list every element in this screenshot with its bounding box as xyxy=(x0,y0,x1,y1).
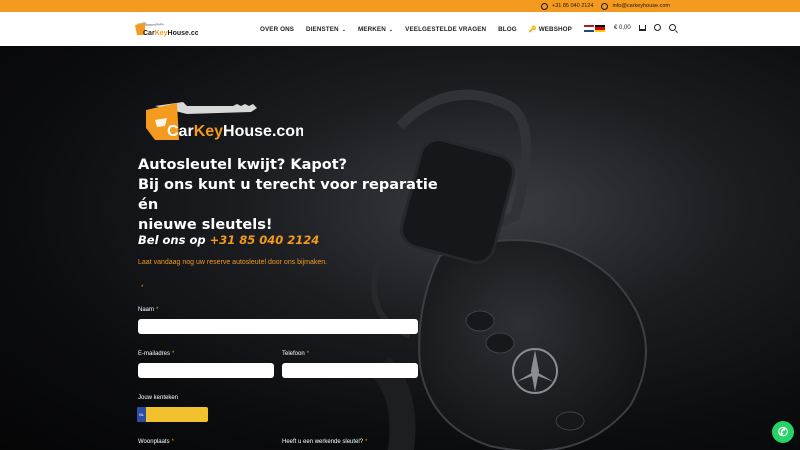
nav-veelgestelde-vragen[interactable]: VEELGESTELDE VRAGEN xyxy=(405,26,486,33)
cart-total[interactable]: € 0,00 xyxy=(614,25,631,31)
header-logo[interactable]: CarKeyHouse.com xyxy=(133,20,198,38)
required-star: * xyxy=(172,351,175,357)
headline-line-2: Bij ons kunt u terecht voor reparatie én xyxy=(138,177,438,213)
woonplaats-label: Woonplaats * xyxy=(138,439,174,445)
call-us-line: Bel ons op +31 85 040 2124 xyxy=(138,233,319,247)
call-number-link[interactable]: +31 85 040 2124 xyxy=(210,233,320,247)
flag-de-icon[interactable] xyxy=(595,25,605,32)
flag-nl-icon[interactable] xyxy=(584,25,594,32)
naam-label-text: Naam xyxy=(138,307,155,313)
naam-input[interactable] xyxy=(138,319,418,334)
required-star: * xyxy=(306,351,310,357)
telefoon-label-text: Telefoon xyxy=(282,351,305,357)
nav-merken-label[interactable]: MERKEN xyxy=(358,26,386,33)
hero-logo: CarKeyHouse.com xyxy=(146,102,303,140)
car-key-background-image xyxy=(370,89,647,450)
headline-line-1: Autosleutel kwijt? Kapot? xyxy=(138,157,348,173)
email-label: E-mailadres * xyxy=(138,351,174,357)
whatsapp-icon: ✆ xyxy=(777,425,789,439)
plate-country-code: NL xyxy=(137,407,146,422)
kenteken-label: Jouw kenteken xyxy=(138,395,179,401)
nav-diensten-label[interactable]: DIENSTEN xyxy=(306,26,339,33)
nav-webshop[interactable]: 🔑 WEBSHOP xyxy=(529,25,572,33)
cart-icon[interactable] xyxy=(638,24,646,31)
nav-merken[interactable]: MERKEN ⌄ xyxy=(358,26,393,33)
svg-text:CarKeyHouse.com: CarKeyHouse.com xyxy=(167,123,303,140)
topbar-phone-text[interactable]: +31 85 040 2124 xyxy=(552,3,593,9)
license-plate-input[interactable]: NL xyxy=(137,407,208,422)
chevron-down-icon: ⌄ xyxy=(341,26,346,33)
key-icon: 🔑 xyxy=(528,26,537,33)
phone-icon xyxy=(540,2,548,10)
headline-line-3: nieuwe sleutels! xyxy=(138,217,273,233)
top-contact-bar: +31 85 040 2124 info@carkeyhouse.com xyxy=(0,0,800,12)
header-tools: € 0,00 xyxy=(614,24,676,31)
call-prefix: Bel ons op xyxy=(138,233,206,247)
topbar-phone[interactable]: +31 85 040 2124 xyxy=(540,2,593,10)
nav-blog[interactable]: BLOG xyxy=(498,26,517,33)
required-star: * xyxy=(171,439,174,445)
email-icon xyxy=(601,2,609,10)
email-label-text: E-mailadres xyxy=(138,351,171,357)
topbar-email[interactable]: info@carkeyhouse.com xyxy=(601,2,670,10)
search-icon[interactable] xyxy=(668,24,676,31)
chevron-down-icon: ⌄ xyxy=(388,26,394,33)
werkende-sleutel-label: Heeft u een werkende sleutel? * xyxy=(282,439,367,445)
nav-webshop-label[interactable]: WEBSHOP xyxy=(539,26,572,33)
svg-text:CarKeyHouse.com: CarKeyHouse.com xyxy=(143,30,198,37)
account-icon[interactable] xyxy=(653,24,661,31)
email-input[interactable] xyxy=(138,363,274,378)
required-star: * xyxy=(156,307,159,313)
language-switcher xyxy=(584,25,605,32)
nav-diensten[interactable]: DIENSTEN ⌄ xyxy=(306,26,346,33)
telefoon-input[interactable] xyxy=(282,363,418,378)
topbar-email-text[interactable]: info@carkeyhouse.com xyxy=(612,3,670,9)
woonplaats-label-text: Woonplaats xyxy=(138,439,170,445)
telefoon-label: Telefoon * xyxy=(282,351,309,357)
hero-headline: Autosleutel kwijt? Kapot? Bij ons kunt u… xyxy=(138,155,438,235)
werkende-sleutel-label-text: Heeft u een werkende sleutel? xyxy=(282,439,364,445)
required-star: * xyxy=(365,439,368,445)
hero-section: CarKeyHouse.com xyxy=(0,46,800,450)
nav-over-ons[interactable]: OVER ONS xyxy=(260,26,294,33)
hero-subtitle: Laat vandaag nog uw reserve autosleutel … xyxy=(138,259,328,266)
required-indicator: * xyxy=(141,285,144,291)
main-nav: OVER ONS DIENSTEN ⌄ MERKEN ⌄ VEELGESTELDE … xyxy=(260,25,572,34)
naam-label: Naam * xyxy=(138,307,158,313)
whatsapp-chat-button[interactable]: ✆ xyxy=(772,421,794,443)
